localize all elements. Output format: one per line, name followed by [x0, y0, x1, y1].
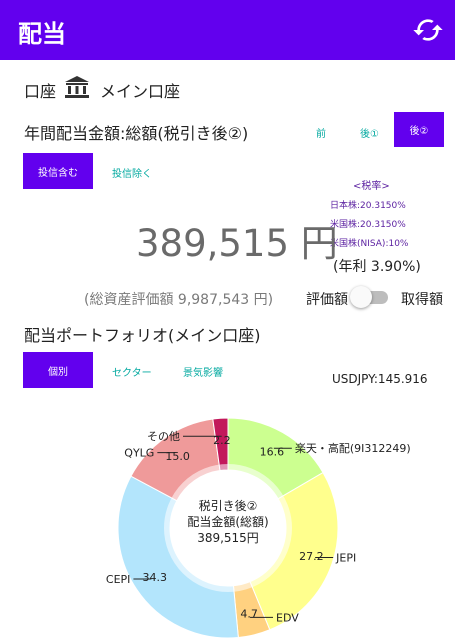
slice-label-cepi: CEPI: [106, 573, 131, 586]
total-assets: (総資産評価額 9,987,543 円): [84, 292, 274, 308]
account-label: 口座: [24, 82, 57, 101]
tab-pre-tax[interactable]: 前: [316, 125, 326, 140]
tab-sector[interactable]: セクター: [112, 364, 152, 379]
portfolio-pie-chart: 16.6 楽天・高配(9I312249) 27.2 JEPI 4.7 EDV 34.3 CEP…: [106, 417, 411, 639]
slice-value-jepi: 27.2: [299, 550, 324, 563]
tab-economy[interactable]: 景気影響: [183, 364, 223, 379]
dividend-amount: 389,515 円: [136, 222, 338, 265]
tab-after-tax-2[interactable]: 後②: [394, 112, 444, 147]
app-title: 配当: [18, 20, 66, 48]
account-name: メイン口座: [100, 82, 181, 101]
slice-label-qylg: QYLG: [124, 447, 154, 460]
slice-label-edv: EDV: [276, 611, 299, 624]
toggle-label-valuation: 評価額: [306, 292, 348, 308]
slice-value-rakuten: 16.6: [260, 446, 285, 459]
tab-after-tax-1[interactable]: 後①: [360, 125, 379, 140]
toggle-label-cost: 取得額: [401, 292, 443, 308]
exclude-funds-button[interactable]: 投信除く: [112, 165, 152, 180]
pie-center-text-1: 配当金額(総額): [187, 514, 268, 529]
pie-center-text-0: 税引き後②: [199, 499, 258, 513]
slice-label-other: その他: [147, 430, 180, 443]
bank-icon: [65, 76, 89, 98]
slice-value-edv: 4.7: [240, 607, 258, 620]
valuation-toggle[interactable]: [350, 286, 390, 308]
toggle-thumb: [350, 286, 372, 308]
pie-center-text-2: 389,515円: [197, 531, 259, 545]
annual-yield: (年利 3.90%): [333, 259, 421, 275]
slice-value-qylg: 15.0: [165, 450, 190, 463]
usdjpy-rate: USDJPY:145.916: [332, 372, 428, 386]
portfolio-title: 配当ポートフォリオ(メイン口座): [24, 326, 261, 345]
tax-rate-us: 米国株:20.3150%: [330, 220, 406, 230]
tax-rate-title: <税率>: [353, 181, 390, 192]
include-funds-button[interactable]: 投信含む: [23, 153, 93, 189]
dividend-title: 年間配当金額:総額(税引き後②): [24, 124, 249, 143]
refresh-icon[interactable]: [412, 14, 444, 46]
slice-label-rakuten: 楽天・高配(9I312249): [295, 441, 411, 455]
slice-value-cepi: 34.3: [143, 571, 168, 584]
tab-individual[interactable]: 個別: [23, 352, 93, 388]
tax-rate-jp: 日本株:20.3150%: [330, 201, 406, 211]
slice-label-jepi: JEPI: [335, 552, 356, 565]
app-bar: 配当: [0, 0, 455, 60]
tax-rate-nisa: 米国株(NISA):10%: [330, 239, 409, 249]
